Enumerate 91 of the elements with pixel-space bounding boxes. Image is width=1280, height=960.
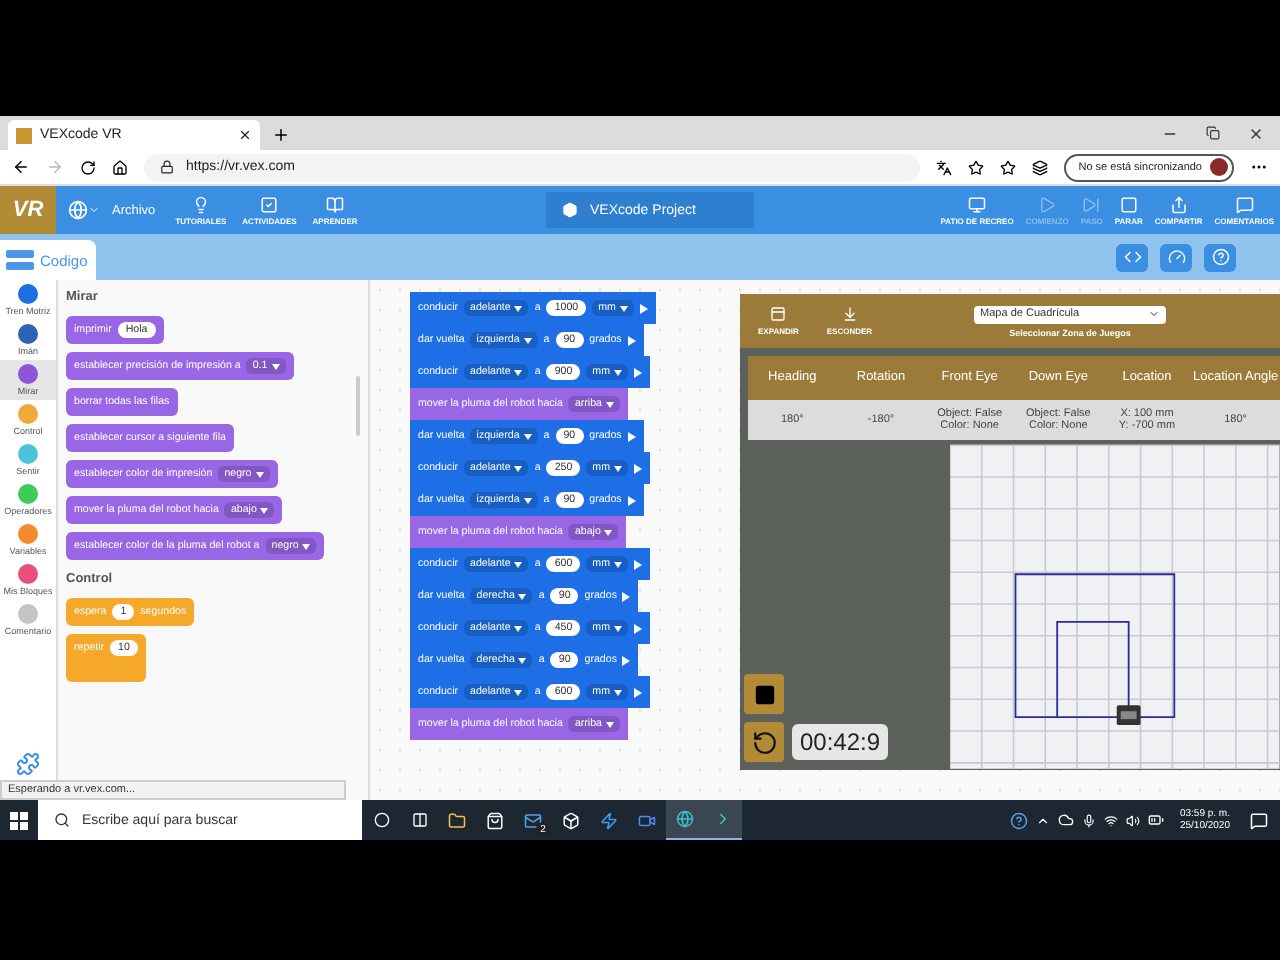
new-tab-icon[interactable]: [272, 126, 290, 144]
windows-logo-icon: [10, 811, 28, 829]
expand-arrow-icon[interactable]: [627, 495, 636, 505]
caret-icon: [523, 497, 532, 503]
expand-arrow-icon[interactable]: [633, 559, 642, 569]
caret-icon: [514, 465, 523, 471]
mail-icon: [524, 811, 542, 829]
caret-icon: [613, 689, 622, 695]
lock-icon: [160, 160, 174, 174]
caret-icon: [518, 593, 527, 599]
help-icon[interactable]: [1009, 811, 1028, 829]
step-icon: [1082, 195, 1101, 213]
reset-icon: [751, 729, 777, 755]
battery-icon[interactable]: [1147, 812, 1164, 828]
monitor-icon: [968, 195, 987, 213]
window-icon: [770, 306, 787, 322]
stop-icon: [1119, 195, 1138, 213]
caret-icon: [1148, 308, 1161, 320]
blocks-icon: [6, 250, 34, 270]
search-icon: [54, 812, 70, 828]
book-icon: [326, 195, 345, 213]
caret-icon: [605, 721, 614, 727]
browser-icon[interactable]: [666, 800, 704, 840]
avatar-icon: [1210, 158, 1228, 176]
help-icon: [1211, 248, 1229, 266]
vr-logo: VR: [0, 186, 56, 234]
caret-icon: [604, 529, 613, 535]
site-favicon-icon: [16, 127, 32, 143]
star-icon[interactable]: [968, 159, 985, 175]
timer: 00:42:9: [792, 724, 889, 760]
caret-icon: [514, 305, 523, 311]
code-view-button[interactable]: [1116, 243, 1148, 271]
cloud-icon[interactable]: [1057, 812, 1074, 828]
caret-icon: [523, 337, 532, 343]
back-icon[interactable]: [12, 158, 30, 176]
expand-arrow-icon[interactable]: [622, 591, 631, 601]
close-icon[interactable]: [238, 128, 252, 142]
help-button[interactable]: [1204, 243, 1236, 271]
reset-button[interactable]: [744, 722, 784, 762]
download-arrow-icon: [841, 306, 858, 322]
caret-icon: [613, 465, 622, 471]
share-icon: [1169, 195, 1188, 213]
close-icon[interactable]: [1248, 125, 1264, 141]
caret-icon: [613, 561, 622, 567]
play-icon: [1038, 195, 1057, 213]
caret-icon: [518, 657, 527, 663]
caret-icon: [613, 625, 622, 631]
expand-arrow-icon[interactable]: [627, 335, 636, 345]
extensions-icon[interactable]: [16, 752, 40, 776]
expand-arrow-icon[interactable]: [633, 623, 642, 633]
caret-icon: [514, 689, 523, 695]
caret-icon: [619, 305, 628, 311]
volume-icon[interactable]: [1125, 813, 1140, 827]
translate-icon[interactable]: [936, 159, 953, 175]
home-icon[interactable]: [112, 159, 128, 175]
gauge-icon: [1167, 248, 1185, 266]
caret-icon: [302, 543, 311, 549]
favorites-icon[interactable]: [1000, 159, 1017, 175]
chat-icon: [1235, 195, 1254, 213]
scrollbar[interactable]: [356, 376, 360, 436]
caret-icon: [613, 369, 622, 375]
notifications-icon[interactable]: [1250, 811, 1268, 829]
caret-icon: [255, 471, 264, 477]
app-icon[interactable]: [704, 800, 742, 840]
caret-icon: [605, 401, 614, 407]
network-icon[interactable]: [1103, 813, 1118, 827]
expand-arrow-icon[interactable]: [633, 687, 642, 697]
caret-icon: [514, 561, 523, 567]
expand-arrow-icon[interactable]: [633, 367, 642, 377]
caret-icon: [523, 433, 532, 439]
hexagon-icon: [562, 202, 579, 218]
caret-icon: [514, 625, 523, 631]
expand-arrow-icon[interactable]: [627, 431, 636, 441]
expand-arrow-icon[interactable]: [633, 463, 642, 473]
expand-arrow-icon[interactable]: [622, 655, 631, 665]
checkbox-icon: [260, 195, 279, 213]
dashboard-button[interactable]: [1160, 243, 1192, 271]
microphone-icon[interactable]: [1081, 813, 1096, 827]
caret-icon: [514, 369, 523, 375]
collections-icon[interactable]: [1032, 159, 1049, 175]
caret-icon: [271, 363, 280, 369]
stop-button[interactable]: [744, 674, 784, 714]
caret-icon[interactable]: [1035, 813, 1050, 827]
reload-icon[interactable]: [80, 159, 96, 175]
stop-icon: [753, 683, 775, 705]
expand-arrow-icon[interactable]: [639, 303, 648, 313]
code-icon: [1123, 248, 1141, 266]
caret-icon: [260, 507, 269, 513]
globe-icon[interactable]: [68, 200, 88, 220]
restore-icon[interactable]: [1206, 125, 1220, 139]
lightbulb-icon: [191, 195, 210, 213]
